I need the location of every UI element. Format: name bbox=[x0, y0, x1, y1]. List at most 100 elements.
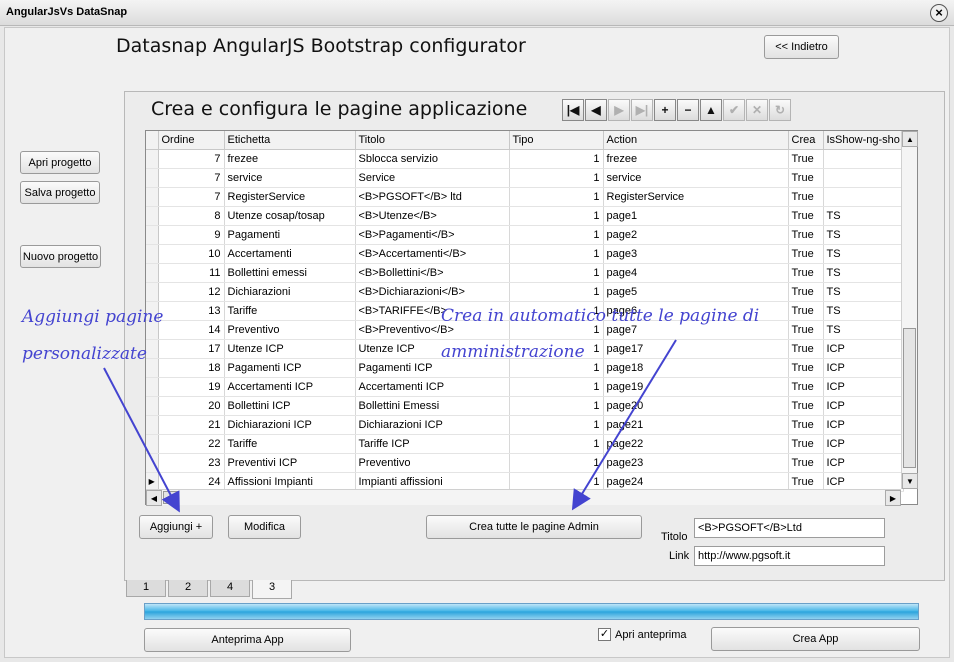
table-cell[interactable]: 8 bbox=[158, 206, 225, 226]
table-cell[interactable]: 19 bbox=[158, 377, 225, 397]
grid-horizontal-scrollbar[interactable]: ◀ ▶ bbox=[146, 489, 901, 506]
table-row[interactable]: 10 Accertamenti <B>Accertamenti</B> 1 page3 T… bbox=[146, 244, 904, 264]
table-cell[interactable]: Tariffe ICP bbox=[355, 434, 510, 454]
table-cell[interactable]: 17 bbox=[158, 339, 225, 359]
table-cell[interactable]: Sblocca servizio bbox=[355, 149, 510, 169]
table-cell[interactable]: service bbox=[224, 168, 356, 188]
create-app-button[interactable]: Crea App bbox=[711, 627, 920, 651]
table-cell[interactable]: Accertamenti bbox=[224, 244, 356, 264]
table-cell[interactable]: Tariffe bbox=[224, 434, 356, 454]
table-cell[interactable]: 1 bbox=[509, 187, 604, 207]
post-record-icon[interactable]: ✔ bbox=[723, 99, 745, 121]
table-cell[interactable]: True bbox=[788, 453, 824, 473]
table-row[interactable]: 19 Accertamenti ICP Accertamenti ICP 1 page1… bbox=[146, 377, 904, 397]
row-indicator[interactable] bbox=[146, 415, 159, 435]
open-preview-checkbox[interactable]: ✓ bbox=[598, 628, 611, 641]
back-button[interactable]: << Indietro bbox=[764, 35, 839, 59]
table-cell[interactable]: page2 bbox=[603, 225, 789, 245]
table-row[interactable]: 11 Bollettini emessi <B>Bollettini</B> 1 pag… bbox=[146, 263, 904, 283]
row-indicator[interactable] bbox=[146, 453, 159, 473]
table-cell[interactable]: 9 bbox=[158, 225, 225, 245]
table-cell[interactable]: page5 bbox=[603, 282, 789, 302]
table-cell[interactable]: frezee bbox=[224, 149, 356, 169]
table-cell[interactable]: 13 bbox=[158, 301, 225, 321]
table-cell[interactable]: 23 bbox=[158, 453, 225, 473]
table-cell[interactable]: Pagamenti bbox=[224, 225, 356, 245]
table-cell[interactable]: True bbox=[788, 339, 824, 359]
table-cell[interactable]: page21 bbox=[603, 415, 789, 435]
row-indicator[interactable] bbox=[146, 396, 159, 416]
table-cell[interactable]: True bbox=[788, 149, 824, 169]
table-cell[interactable]: 7 bbox=[158, 168, 225, 188]
table-cell[interactable]: True bbox=[788, 282, 824, 302]
row-indicator[interactable] bbox=[146, 149, 159, 169]
column-header[interactable]: Ordine bbox=[158, 131, 225, 150]
table-cell[interactable]: page4 bbox=[603, 263, 789, 283]
table-cell[interactable]: page18 bbox=[603, 358, 789, 378]
table-cell[interactable]: ICP bbox=[823, 358, 904, 378]
table-cell[interactable]: 7 bbox=[158, 187, 225, 207]
new-project-button[interactable]: Nuovo progetto bbox=[20, 245, 101, 268]
table-cell[interactable]: True bbox=[788, 377, 824, 397]
column-header[interactable]: Titolo bbox=[355, 131, 510, 150]
table-row[interactable]: 23 Preventivi ICP Preventivo 1 page23 True ICP bbox=[146, 453, 904, 473]
add-page-button[interactable]: Aggiungi + bbox=[139, 515, 213, 539]
table-cell[interactable]: True bbox=[788, 358, 824, 378]
table-cell[interactable]: frezee bbox=[603, 149, 789, 169]
row-indicator[interactable] bbox=[146, 282, 159, 302]
table-cell[interactable]: 1 bbox=[509, 377, 604, 397]
table-row[interactable]: 8 Utenze cosap/tosap <B>Utenze</B> 1 page1 Tr… bbox=[146, 206, 904, 226]
table-cell[interactable]: Accertamenti ICP bbox=[224, 377, 356, 397]
table-row[interactable]: 7 service Service 1 service True bbox=[146, 168, 904, 188]
table-cell[interactable]: 12 bbox=[158, 282, 225, 302]
table-cell[interactable]: Bollettini ICP bbox=[224, 396, 356, 416]
scroll-right-icon[interactable]: ▶ bbox=[885, 490, 901, 506]
close-icon[interactable]: × bbox=[930, 4, 948, 22]
table-cell[interactable]: <B>Utenze</B> bbox=[355, 206, 510, 226]
create-admin-pages-button[interactable]: Crea tutte le pagine Admin bbox=[426, 515, 642, 539]
table-cell[interactable] bbox=[823, 168, 904, 188]
table-cell[interactable]: 22 bbox=[158, 434, 225, 454]
table-row[interactable]: 22 Tariffe Tariffe ICP 1 page22 True ICP bbox=[146, 434, 904, 454]
column-header[interactable]: Etichetta bbox=[224, 131, 356, 150]
table-row[interactable]: 20 Bollettini ICP Bollettini Emessi 1 page20… bbox=[146, 396, 904, 416]
row-indicator[interactable] bbox=[146, 225, 159, 245]
table-cell[interactable]: 20 bbox=[158, 396, 225, 416]
table-cell[interactable]: Preventivo bbox=[224, 320, 356, 340]
scroll-thumb-horizontal[interactable] bbox=[163, 491, 179, 504]
table-cell[interactable]: True bbox=[788, 168, 824, 188]
table-cell[interactable]: 1 bbox=[509, 149, 604, 169]
table-cell[interactable]: 21 bbox=[158, 415, 225, 435]
table-cell[interactable]: Dichiarazioni ICP bbox=[355, 415, 510, 435]
table-cell[interactable]: 7 bbox=[158, 149, 225, 169]
table-cell[interactable]: Bollettini emessi bbox=[224, 263, 356, 283]
grid-vertical-scrollbar[interactable]: ▲ ▼ bbox=[901, 131, 918, 489]
table-cell[interactable]: 1 bbox=[509, 453, 604, 473]
table-cell[interactable]: 10 bbox=[158, 244, 225, 264]
open-project-button[interactable]: Apri progetto bbox=[20, 151, 100, 174]
table-cell[interactable]: 18 bbox=[158, 358, 225, 378]
table-cell[interactable]: True bbox=[788, 320, 824, 340]
table-cell[interactable]: True bbox=[788, 263, 824, 283]
save-project-button[interactable]: Salva progetto bbox=[20, 181, 100, 204]
row-indicator[interactable] bbox=[146, 339, 159, 359]
table-cell[interactable]: True bbox=[788, 187, 824, 207]
table-cell[interactable]: 11 bbox=[158, 263, 225, 283]
table-cell[interactable]: TS bbox=[823, 206, 904, 226]
table-cell[interactable]: Utenze cosap/tosap bbox=[224, 206, 356, 226]
table-cell[interactable]: 1 bbox=[509, 263, 604, 283]
column-header[interactable]: Crea bbox=[788, 131, 824, 150]
scroll-left-icon[interactable]: ◀ bbox=[146, 490, 162, 506]
table-cell[interactable]: 1 bbox=[509, 434, 604, 454]
table-cell[interactable]: <B>Accertamenti</B> bbox=[355, 244, 510, 264]
cancel-record-icon[interactable]: ✕ bbox=[746, 99, 768, 121]
edit-page-button[interactable]: Modifica bbox=[228, 515, 301, 539]
column-header[interactable]: Action bbox=[603, 131, 789, 150]
table-row[interactable]: 7 RegisterService <B>PGSOFT</B> ltd 1 Regist… bbox=[146, 187, 904, 207]
table-cell[interactable]: page20 bbox=[603, 396, 789, 416]
table-cell[interactable]: Service bbox=[355, 168, 510, 188]
prior-record-icon[interactable]: ◀ bbox=[585, 99, 607, 121]
table-cell[interactable]: 1 bbox=[509, 206, 604, 226]
table-cell[interactable]: True bbox=[788, 396, 824, 416]
table-cell[interactable]: 1 bbox=[509, 168, 604, 188]
